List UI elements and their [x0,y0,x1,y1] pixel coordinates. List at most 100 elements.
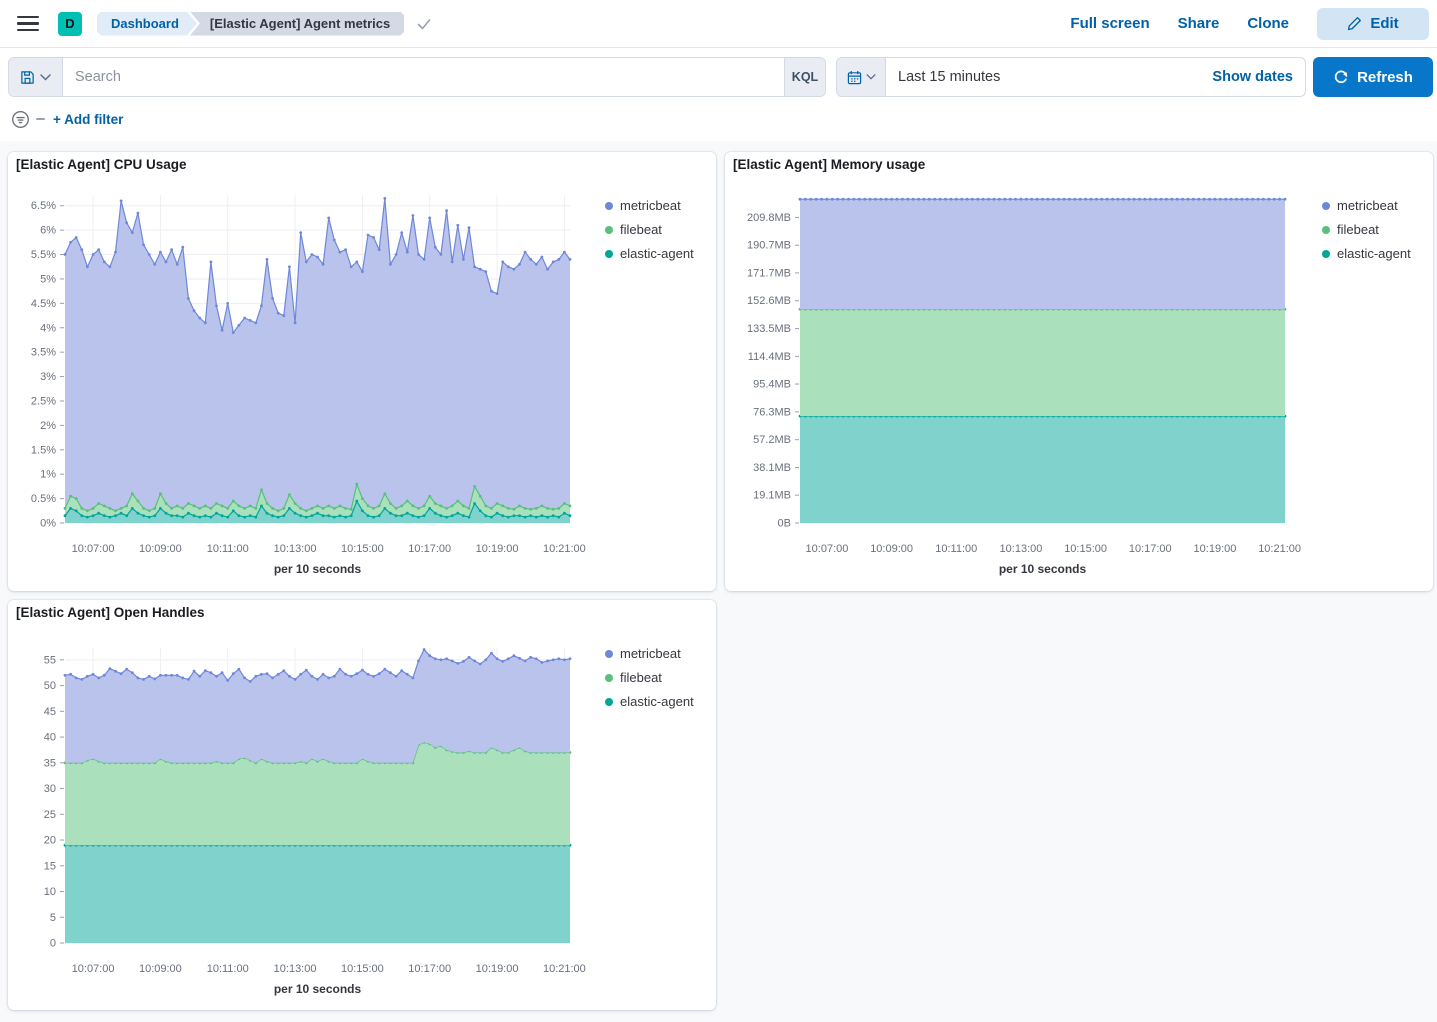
filter-bar: + Add filter [0,105,123,133]
svg-text:19.1MB: 19.1MB [753,490,791,502]
svg-text:0: 0 [50,938,56,950]
svg-text:20: 20 [44,835,56,847]
share-button[interactable]: Share [1178,15,1220,32]
svg-text:10:15:00: 10:15:00 [1064,543,1107,555]
svg-text:10: 10 [44,886,56,898]
legend-label: elastic-agent [620,246,694,261]
svg-text:10:19:00: 10:19:00 [476,963,519,975]
full-screen-button[interactable]: Full screen [1070,15,1149,32]
svg-text:38.1MB: 38.1MB [753,462,791,474]
svg-text:10:21:00: 10:21:00 [543,963,586,975]
svg-text:152.6MB: 152.6MB [747,295,791,307]
svg-text:55: 55 [44,654,56,666]
legend-item-elastic-agent[interactable]: elastic-agent [1322,246,1411,261]
legend-item-metricbeat[interactable]: metricbeat [605,646,694,661]
legend-item-elastic-agent[interactable]: elastic-agent [605,694,694,709]
legend-item-metricbeat[interactable]: metricbeat [1322,198,1411,213]
svg-text:10:13:00: 10:13:00 [274,543,317,555]
kql-button[interactable]: KQL [784,58,825,96]
legend-dot-icon [605,674,613,682]
time-range-value[interactable]: Last 15 minutes [886,58,1200,96]
svg-text:10:13:00: 10:13:00 [1000,543,1043,555]
svg-text:10:15:00: 10:15:00 [341,963,384,975]
chart-legend: metricbeat filebeat elastic-agent [605,198,694,261]
legend-item-filebeat[interactable]: filebeat [605,670,694,685]
panel-title: [Elastic Agent] Open Handles [16,605,205,620]
search-bar: KQL [8,57,826,97]
svg-text:10:11:00: 10:11:00 [207,543,249,555]
svg-text:10:19:00: 10:19:00 [1194,543,1237,555]
add-filter-button[interactable]: + Add filter [53,112,123,127]
svg-text:10:11:00: 10:11:00 [207,963,249,975]
svg-text:209.8MB: 209.8MB [747,212,791,224]
svg-text:0.5%: 0.5% [31,493,56,505]
svg-text:25: 25 [44,809,56,821]
svg-text:2.5%: 2.5% [31,395,56,407]
legend-label: filebeat [620,670,662,685]
svg-text:per 10 seconds: per 10 seconds [999,562,1087,576]
svg-text:6%: 6% [40,225,56,237]
panel-cpu-usage: [Elastic Agent] CPU Usage 10:07:0010:09:… [8,152,716,591]
legend-dot-icon [605,698,613,706]
breadcrumb-dashboard[interactable]: Dashboard [97,12,197,36]
svg-text:10:07:00: 10:07:00 [72,543,115,555]
svg-text:10:11:00: 10:11:00 [935,543,977,555]
chart-legend: metricbeat filebeat elastic-agent [1322,198,1411,261]
svg-text:10:21:00: 10:21:00 [543,543,586,555]
svg-text:30: 30 [44,783,56,795]
svg-text:40: 40 [44,732,56,744]
legend-item-metricbeat[interactable]: metricbeat [605,198,694,213]
svg-text:3.5%: 3.5% [31,347,56,359]
svg-text:5.5%: 5.5% [31,249,56,261]
panel-open-handles: [Elastic Agent] Open Handles 10:07:0010:… [8,600,716,1010]
breadcrumb-current-dashboard: [Elastic Agent] Agent metrics [190,12,404,36]
svg-text:10:15:00: 10:15:00 [341,543,384,555]
svg-text:95.4MB: 95.4MB [753,379,791,391]
legend-item-filebeat[interactable]: filebeat [605,222,694,237]
svg-text:10:17:00: 10:17:00 [408,963,451,975]
legend-dot-icon [1322,226,1330,234]
pencil-icon [1347,16,1362,31]
svg-text:50: 50 [44,680,56,692]
chevron-down-icon [866,74,876,80]
legend-label: metricbeat [620,646,681,661]
svg-text:0%: 0% [40,518,56,530]
date-quick-menu-button[interactable] [837,58,886,96]
svg-text:171.7MB: 171.7MB [747,267,791,279]
svg-text:6.5%: 6.5% [31,200,56,212]
chart-legend: metricbeat filebeat elastic-agent [605,646,694,709]
refresh-button[interactable]: Refresh [1313,57,1433,97]
svg-text:2%: 2% [40,420,56,432]
svg-text:10:17:00: 10:17:00 [1129,543,1172,555]
edit-button[interactable]: Edit [1317,8,1429,40]
search-input[interactable] [63,58,784,96]
legend-label: metricbeat [620,198,681,213]
svg-text:76.3MB: 76.3MB [753,406,791,418]
show-dates-button[interactable]: Show dates [1200,58,1305,96]
clone-button[interactable]: Clone [1247,15,1289,32]
svg-text:10:07:00: 10:07:00 [806,543,849,555]
panel-memory-usage: [Elastic Agent] Memory usage 10:07:00 10:… [725,152,1433,591]
space-avatar[interactable]: D [58,12,82,36]
svg-text:1.5%: 1.5% [31,444,56,456]
legend-label: filebeat [620,222,662,237]
svg-text:0B: 0B [778,518,791,530]
edit-button-label: Edit [1370,15,1398,32]
menu-icon[interactable] [17,16,39,32]
filter-menu-icon[interactable] [11,110,30,129]
refresh-button-label: Refresh [1357,69,1413,86]
legend-item-elastic-agent[interactable]: elastic-agent [605,246,694,261]
legend-label: filebeat [1337,222,1379,237]
panel-title: [Elastic Agent] Memory usage [733,157,925,172]
svg-text:10:09:00: 10:09:00 [870,543,913,555]
legend-label: elastic-agent [1337,246,1411,261]
legend-dot-icon [605,250,613,258]
svg-text:3%: 3% [40,371,56,383]
legend-dot-icon [1322,250,1330,258]
legend-label: metricbeat [1337,198,1398,213]
save-query-icon [20,70,35,85]
saved-query-menu-button[interactable] [9,58,63,96]
legend-item-filebeat[interactable]: filebeat [1322,222,1411,237]
svg-text:5%: 5% [40,273,56,285]
svg-text:10:21:00: 10:21:00 [1258,543,1301,555]
